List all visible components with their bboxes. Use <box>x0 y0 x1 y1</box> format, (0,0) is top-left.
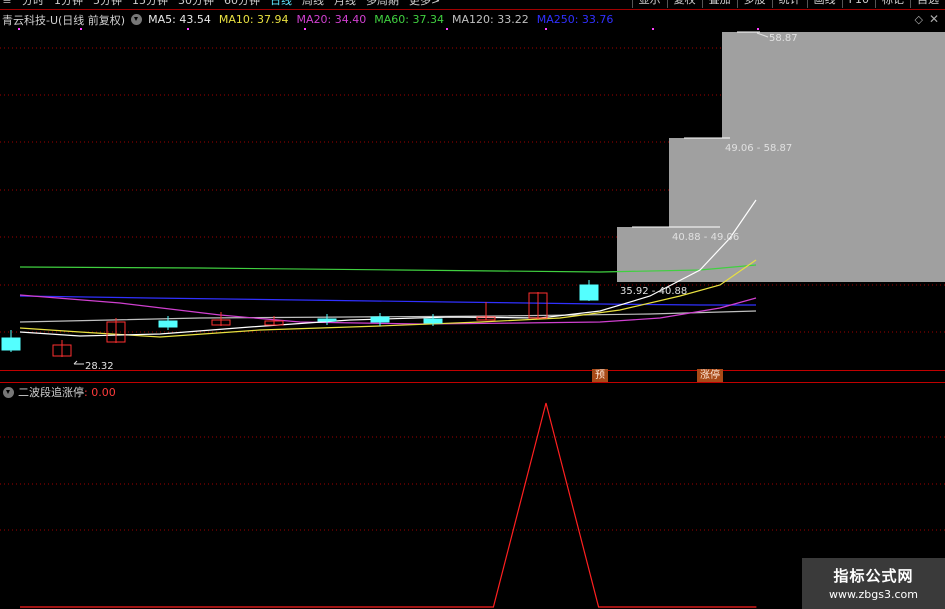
watermark-title: 指标公式网 <box>833 567 914 585</box>
target-box-2 <box>669 138 945 227</box>
candle <box>158 320 178 328</box>
signal-dot <box>446 28 448 30</box>
ma5-label: MA5: 43.54 <box>148 13 211 26</box>
signal-dot <box>304 28 306 30</box>
price-label-box3: 49.06 - 58.87 <box>725 143 792 154</box>
price-label-box2: 40.88 - 49.06 <box>672 232 739 243</box>
ma250-label: MA250: 33.76 <box>536 13 614 26</box>
indicator-value: : 0.00 <box>84 385 116 399</box>
watermark-url: www.zbgs3.com <box>829 588 918 601</box>
diamond-icon[interactable]: ◇ <box>915 13 923 26</box>
target-box-1 <box>617 227 945 282</box>
candle <box>1 337 21 351</box>
indicator-line <box>20 402 757 608</box>
signal-dot <box>652 28 654 30</box>
price-label-low: 28.32 <box>85 361 114 372</box>
candle <box>317 318 337 322</box>
signal-dot <box>545 28 547 30</box>
price-chart[interactable]: 35.92 - 40.88 40.88 - 49.06 49.06 - 58.87 5… <box>0 0 945 609</box>
stock-title: 青云科技-U(日线 前复权) <box>2 13 126 27</box>
price-label-high: 58.87 <box>769 33 798 44</box>
candle <box>423 318 443 324</box>
signal-dot <box>757 28 759 30</box>
watermark: 指标公式网 www.zbgs3.com <box>802 558 945 609</box>
tag-forecast: 预 <box>592 369 608 382</box>
candle <box>579 284 599 301</box>
signal-dot <box>187 28 189 30</box>
collapse-icon[interactable] <box>131 14 143 25</box>
signal-dot <box>18 28 20 30</box>
price-label-box1: 35.92 - 40.88 <box>620 286 687 297</box>
ma60-label: MA60: 37.34 <box>374 13 444 26</box>
candle <box>370 316 390 323</box>
indicator-collapse-icon[interactable] <box>3 386 14 398</box>
indicator-bar: 二波段追涨停 : 0.00 <box>0 384 116 400</box>
signal-dot <box>80 28 82 30</box>
close-icon[interactable]: ✕ <box>929 12 939 26</box>
tag-limit-up: 涨停 <box>697 369 723 382</box>
indicator-name: 二波段追涨停 <box>18 386 84 399</box>
ma10-label: MA10: 37.94 <box>218 13 289 26</box>
ma20-label: MA20: 34.40 <box>296 13 367 26</box>
info-bar: 青云科技-U(日线 前复权) MA5: 43.54 MA10: 37.94 MA… <box>0 11 621 28</box>
ma120-label: MA120: 33.22 <box>451 13 529 26</box>
target-box-3 <box>722 32 945 138</box>
